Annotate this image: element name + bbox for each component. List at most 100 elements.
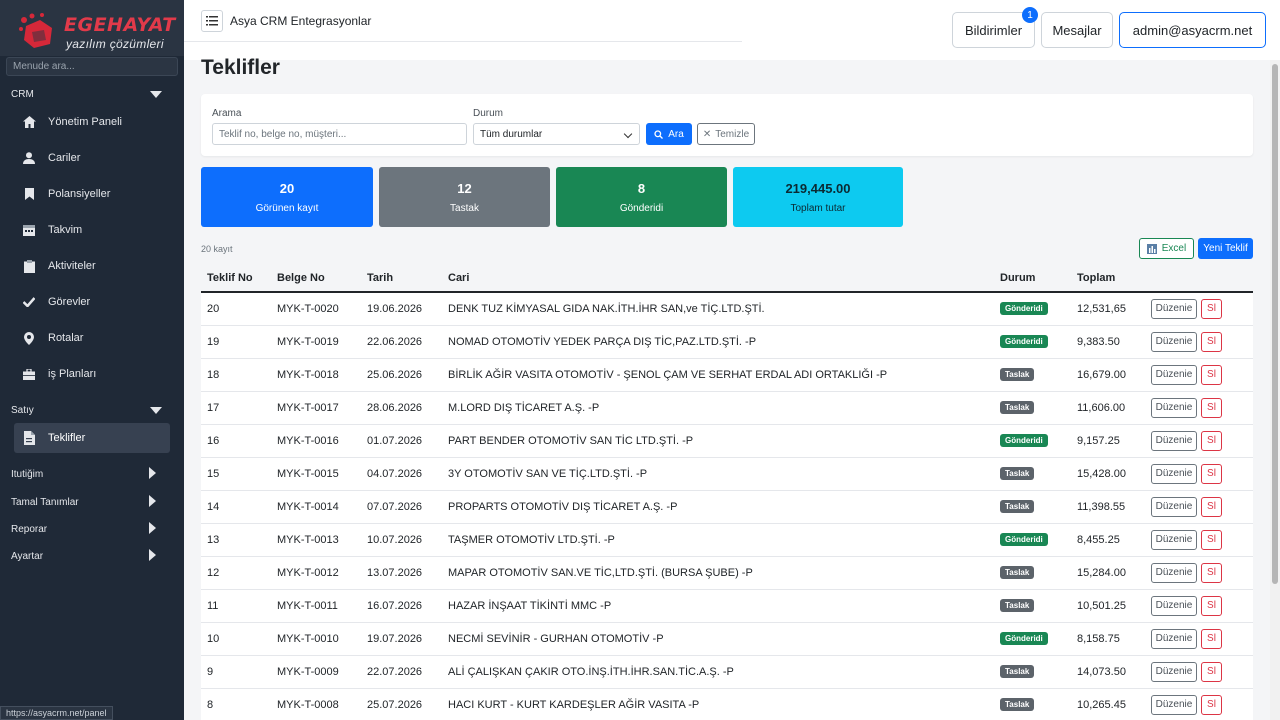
- edit-button[interactable]: Düzenie: [1151, 463, 1197, 484]
- table-row[interactable]: 8 MYK-T-0008 25.07.2026 HACI KURT - KURT KA…: [201, 688, 1253, 720]
- column-header[interactable]: Tarih: [361, 265, 442, 293]
- page-scrollbar[interactable]: [1270, 60, 1280, 720]
- delete-button[interactable]: Sl: [1201, 595, 1222, 616]
- table-row[interactable]: 16 MYK-T-0016 01.07.2026 PART BENDER OTOMOT…: [201, 424, 1253, 458]
- actions-cell: Düzenie Sl: [1145, 490, 1253, 524]
- table-row[interactable]: 12 MYK-T-0012 13.07.2026 MAPAR OTOMOTİV SAN…: [201, 556, 1253, 590]
- delete-button[interactable]: Sl: [1201, 628, 1222, 649]
- search-input[interactable]: [212, 123, 467, 145]
- sidebar-group-temel-tanimlar[interactable]: Tamal Tanımlar: [0, 492, 184, 512]
- date-cell: 01.07.2026: [361, 424, 442, 458]
- delete-button[interactable]: Sl: [1201, 661, 1222, 682]
- document-no-cell: MYK-T-0011: [271, 589, 361, 623]
- edit-button[interactable]: Düzenie: [1151, 694, 1197, 715]
- status-cell: Taslak: [994, 358, 1071, 392]
- table-row[interactable]: 11 MYK-T-0011 16.07.2026 HAZAR İNŞAAT TİKİN…: [201, 589, 1253, 623]
- column-header[interactable]: Durum: [994, 265, 1071, 293]
- sidebar-group-crm[interactable]: CRM: [0, 84, 184, 104]
- sidebar-group-satis[interactable]: Satıy: [0, 400, 184, 420]
- status-cell: Taslak: [994, 490, 1071, 524]
- edit-button[interactable]: Düzenie: [1151, 595, 1197, 616]
- table-row[interactable]: 20 MYK-T-0020 19.06.2026 DENK TUZ KİMYASAL …: [201, 292, 1253, 326]
- column-header[interactable]: Cari: [442, 265, 994, 293]
- quote-no-cell: 14: [201, 490, 271, 524]
- delete-button[interactable]: Sl: [1201, 364, 1222, 385]
- status-cell: Gönderidi: [994, 292, 1071, 326]
- spreadsheet-icon: [1146, 243, 1157, 254]
- caret-down-icon: [150, 407, 162, 414]
- sidebar-item-takvim[interactable]: Takvim: [14, 215, 170, 245]
- edit-button[interactable]: Düzenie: [1151, 397, 1197, 418]
- delete-button[interactable]: Sl: [1201, 331, 1222, 352]
- sidebar-group-iletisim[interactable]: Itutiğim: [0, 464, 184, 484]
- sidebar-group-raporlar[interactable]: Reporar: [0, 519, 184, 539]
- customer-cell: M.LORD DIŞ TİCARET A.Ş. -P: [442, 391, 994, 425]
- quote-no-cell: 20: [201, 292, 271, 326]
- total-cell: 8,158.75: [1071, 622, 1145, 656]
- excel-export-button[interactable]: Excel: [1139, 238, 1194, 259]
- edit-button[interactable]: Düzenie: [1151, 430, 1197, 451]
- edit-button[interactable]: Düzenie: [1151, 562, 1197, 583]
- table-row[interactable]: 13 MYK-T-0013 10.07.2026 TAŞMER OTOMOTİV LT…: [201, 523, 1253, 557]
- sidebar-item-polansiyeller[interactable]: Polansiyeller: [14, 179, 170, 209]
- notifications-button[interactable]: Bildirimler 1: [952, 7, 1038, 48]
- edit-button[interactable]: Düzenie: [1151, 661, 1197, 682]
- new-quote-button[interactable]: Yeni Teklif: [1198, 238, 1253, 259]
- delete-button[interactable]: Sl: [1201, 298, 1222, 319]
- table-row[interactable]: 17 MYK-T-0017 28.06.2026 M.LORD DIŞ TİCARET…: [201, 391, 1253, 425]
- status-badge: Gönderidi: [1000, 632, 1048, 645]
- messages-button[interactable]: Mesajlar: [1041, 12, 1113, 48]
- table-row[interactable]: 10 MYK-T-0010 19.07.2026 NECMİ SEVİNİR - GU…: [201, 622, 1253, 656]
- clear-button[interactable]: ✕ Temizle: [697, 123, 755, 145]
- status-badge: Taslak: [1000, 467, 1035, 480]
- menu-toggle-button[interactable]: [201, 10, 223, 32]
- sidebar-item-g-revler[interactable]: Görevler: [14, 287, 170, 317]
- table-header-row: Teklif No Belge No Tarih Cari Durum Topl…: [201, 265, 1253, 293]
- sidebar-item-y-netim-paneli[interactable]: Yönetim Paneli: [14, 107, 170, 137]
- quote-no-cell: 12: [201, 556, 271, 590]
- delete-button[interactable]: Sl: [1201, 562, 1222, 583]
- edit-button[interactable]: Düzenie: [1151, 529, 1197, 550]
- search-button[interactable]: Ara: [646, 123, 692, 145]
- column-header[interactable]: Teklif No: [201, 265, 271, 293]
- sidebar-item-teklifler[interactable]: Teklifler: [14, 423, 170, 453]
- sidebar-item-i-planlar-[interactable]: iş Planları: [14, 359, 170, 389]
- delete-button[interactable]: Sl: [1201, 694, 1222, 715]
- sidebar-item-rotalar[interactable]: Rotalar: [14, 323, 170, 353]
- column-header[interactable]: Belge No: [271, 265, 361, 293]
- status-cell: Gönderidi: [994, 424, 1071, 458]
- quote-no-cell: 10: [201, 622, 271, 656]
- sidebar-item-label: iş Planları: [48, 368, 97, 380]
- scrollbar-thumb[interactable]: [1272, 64, 1278, 584]
- brand-logo[interactable]: EGEHAYAT yazılım çözümleri: [0, 0, 184, 56]
- delete-button[interactable]: Sl: [1201, 430, 1222, 451]
- delete-button[interactable]: Sl: [1201, 529, 1222, 550]
- document-no-cell: MYK-T-0019: [271, 325, 361, 359]
- edit-button[interactable]: Düzenie: [1151, 331, 1197, 352]
- edit-button[interactable]: Düzenie: [1151, 496, 1197, 517]
- table-row[interactable]: 15 MYK-T-0015 04.07.2026 3Y OTOMOTİV SAN VE…: [201, 457, 1253, 491]
- notification-count-badge: 1: [1022, 7, 1038, 23]
- table-row[interactable]: 9 MYK-T-0009 22.07.2026 ALİ ÇALIŞKAN ÇAKIR …: [201, 655, 1253, 689]
- edit-button[interactable]: Düzenie: [1151, 298, 1197, 319]
- stat-card: 20 Görünen kayıt: [201, 167, 373, 227]
- table-row[interactable]: 14 MYK-T-0014 07.07.2026 PROPARTS OTOMOTİV …: [201, 490, 1253, 524]
- status-badge: Gönderidi: [1000, 533, 1048, 546]
- date-cell: 13.07.2026: [361, 556, 442, 590]
- delete-button[interactable]: Sl: [1201, 496, 1222, 517]
- delete-button[interactable]: Sl: [1201, 463, 1222, 484]
- menu-search-input[interactable]: [6, 57, 178, 76]
- sidebar-group-ayarlar[interactable]: Ayartar: [0, 546, 184, 566]
- table-row[interactable]: 18 MYK-T-0018 25.06.2026 BİRLİK AĞİR VASITA…: [201, 358, 1253, 392]
- status-select-value: Tüm durumlar: [480, 128, 543, 140]
- delete-button[interactable]: Sl: [1201, 397, 1222, 418]
- table-row[interactable]: 19 MYK-T-0019 22.06.2026 NOMAD OTOMOTİV YED…: [201, 325, 1253, 359]
- sidebar-item-cariler[interactable]: Cariler: [14, 143, 170, 173]
- column-header[interactable]: Toplam: [1071, 265, 1145, 293]
- status-select[interactable]: Tüm durumlar: [473, 123, 640, 145]
- status-cell: Taslak: [994, 391, 1071, 425]
- sidebar-item-aktiviteler[interactable]: Aktiviteler: [14, 251, 170, 281]
- user-menu-button[interactable]: admin@asyacrm.net: [1119, 12, 1266, 48]
- edit-button[interactable]: Düzenie: [1151, 364, 1197, 385]
- edit-button[interactable]: Düzenie: [1151, 628, 1197, 649]
